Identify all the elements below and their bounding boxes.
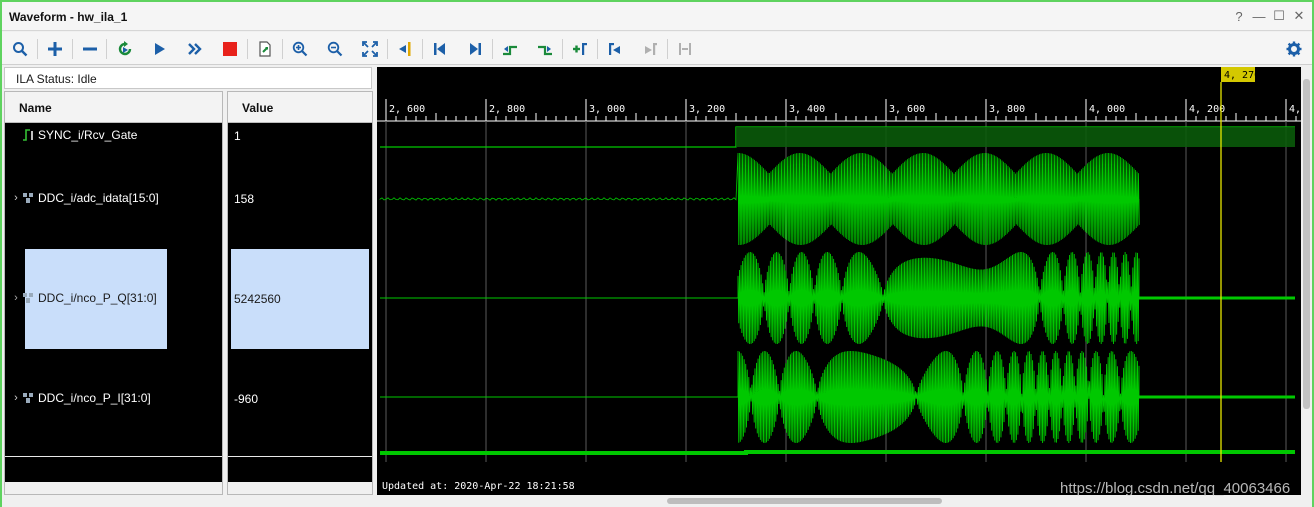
- ruler-tick-label: 2, 600: [389, 104, 425, 115]
- go-to-time-zero-icon[interactable]: [429, 38, 451, 60]
- ruler-tick-label: 3, 800: [989, 104, 1025, 115]
- row-divider: [5, 456, 222, 457]
- toolbar: [2, 32, 1312, 65]
- cursor-label: 4, 270: [1224, 70, 1260, 81]
- signal-value: 158: [234, 192, 255, 206]
- bus-signal-icon: [22, 292, 35, 304]
- minimize-icon[interactable]: —: [1252, 8, 1266, 24]
- signal-value: -960: [234, 392, 259, 406]
- ruler-tick-label: 3, 200: [689, 104, 725, 115]
- run-trigger-immediate-icon[interactable]: [114, 38, 136, 60]
- waveform-canvas[interactable]: 2, 600 2, 800 3, 000 3, 200 3, 400 3, 600 3, 8…: [377, 67, 1301, 495]
- value-column-header[interactable]: Value: [228, 92, 372, 123]
- signal-value: 1: [234, 129, 241, 143]
- signal-name: DDC_i/nco_P_I[31:0]: [38, 391, 151, 405]
- stop-trigger-icon[interactable]: [219, 38, 241, 60]
- ila-status: ILA Status: Idle: [4, 67, 372, 89]
- signal-row-adc-idata[interactable]: › DDC_i/adc_idata[15:0]: [5, 191, 159, 205]
- chevron-right-icon[interactable]: ›: [10, 292, 22, 304]
- signal-value: 5242560: [234, 292, 281, 306]
- signal-row-nco-p-q[interactable]: › DDC_i/nco_P_Q[31:0]: [5, 291, 157, 305]
- export-icon[interactable]: [254, 38, 276, 60]
- zoom-fit-icon[interactable]: [359, 38, 381, 60]
- zoom-out-icon[interactable]: [324, 38, 346, 60]
- previous-transition-icon[interactable]: [499, 38, 521, 60]
- next-transition-icon[interactable]: [534, 38, 556, 60]
- ila-status-text: ILA Status: Idle: [16, 72, 97, 86]
- name-column-header[interactable]: Name: [5, 92, 222, 123]
- chevron-right-icon[interactable]: ›: [10, 392, 22, 404]
- ruler-tick-label: 4, 400: [1289, 104, 1301, 115]
- value-panel-hscroll[interactable]: [228, 482, 372, 494]
- bus-signal-icon: [22, 392, 35, 404]
- ruler-tick-label: 4, 000: [1089, 104, 1125, 115]
- name-panel-hscroll[interactable]: [5, 482, 222, 494]
- run-trigger-continuous-icon[interactable]: [184, 38, 206, 60]
- watermark-text: https://blog.csdn.net/qq_40063466: [1060, 480, 1291, 497]
- chevron-right-icon[interactable]: ›: [10, 192, 22, 204]
- ruler-tick-label: 3, 000: [589, 104, 625, 115]
- bus-signal-icon: [22, 192, 35, 204]
- signal-row-sync-gate[interactable]: SYNC_i/Rcv_Gate: [5, 128, 137, 142]
- window-title: Waveform - hw_ila_1: [9, 10, 128, 24]
- signal-name: DDC_i/adc_idata[15:0]: [38, 191, 159, 205]
- help-icon[interactable]: ?: [1232, 8, 1246, 24]
- updated-timestamp: Updated at: 2020-Apr-22 18:21:58: [382, 481, 575, 492]
- signal-name-panel: Name SYNC_i/Rcv_Gate › DDC_i/adc_idata[1…: [4, 91, 223, 495]
- waveform-plot[interactable]: 2, 600 2, 800 3, 000 3, 200 3, 400 3, 600 3, 8…: [377, 67, 1301, 495]
- signal-name: DDC_i/nco_P_Q[31:0]: [38, 291, 157, 305]
- waveform-vscroll[interactable]: [1301, 67, 1312, 495]
- zoom-in-icon[interactable]: [289, 38, 311, 60]
- add-icon[interactable]: [44, 38, 66, 60]
- ruler-tick-label: 2, 800: [489, 104, 525, 115]
- search-icon[interactable]: [9, 38, 31, 60]
- add-marker-icon[interactable]: [569, 38, 591, 60]
- ruler-tick-label: 3, 600: [889, 104, 925, 115]
- maximize-icon[interactable]: ☐: [1272, 8, 1286, 24]
- wave-partial-signal: [380, 450, 1295, 455]
- next-marker-icon: [639, 38, 661, 60]
- signal-row-nco-p-i[interactable]: › DDC_i/nco_P_I[31:0]: [5, 391, 151, 405]
- previous-marker-icon[interactable]: [604, 38, 626, 60]
- swap-cursors-icon: [674, 38, 696, 60]
- gear-icon[interactable]: [1283, 38, 1305, 60]
- hscroll-thumb[interactable]: [667, 498, 942, 504]
- wave-sync-gate-high: [736, 127, 1295, 147]
- signal-name: SYNC_i/Rcv_Gate: [38, 128, 138, 142]
- single-bit-signal-icon: [22, 129, 35, 141]
- go-to-cursor-icon[interactable]: [394, 38, 416, 60]
- close-icon[interactable]: ✕: [1292, 8, 1306, 24]
- signal-value-panel: Value 1 158 5242560 -960: [227, 91, 373, 495]
- run-trigger-icon[interactable]: [149, 38, 171, 60]
- ruler-tick-label: 4, 200: [1189, 104, 1225, 115]
- window-controls: ? — ☐ ✕: [1232, 8, 1306, 24]
- row-divider: [228, 456, 372, 457]
- ruler-tick-label: 3, 400: [789, 104, 825, 115]
- wave-adc-idata: [379, 152, 1140, 246]
- title-bar: Waveform - hw_ila_1 ? — ☐ ✕: [2, 2, 1312, 31]
- remove-icon[interactable]: [79, 38, 101, 60]
- go-to-last-time-icon[interactable]: [464, 38, 486, 60]
